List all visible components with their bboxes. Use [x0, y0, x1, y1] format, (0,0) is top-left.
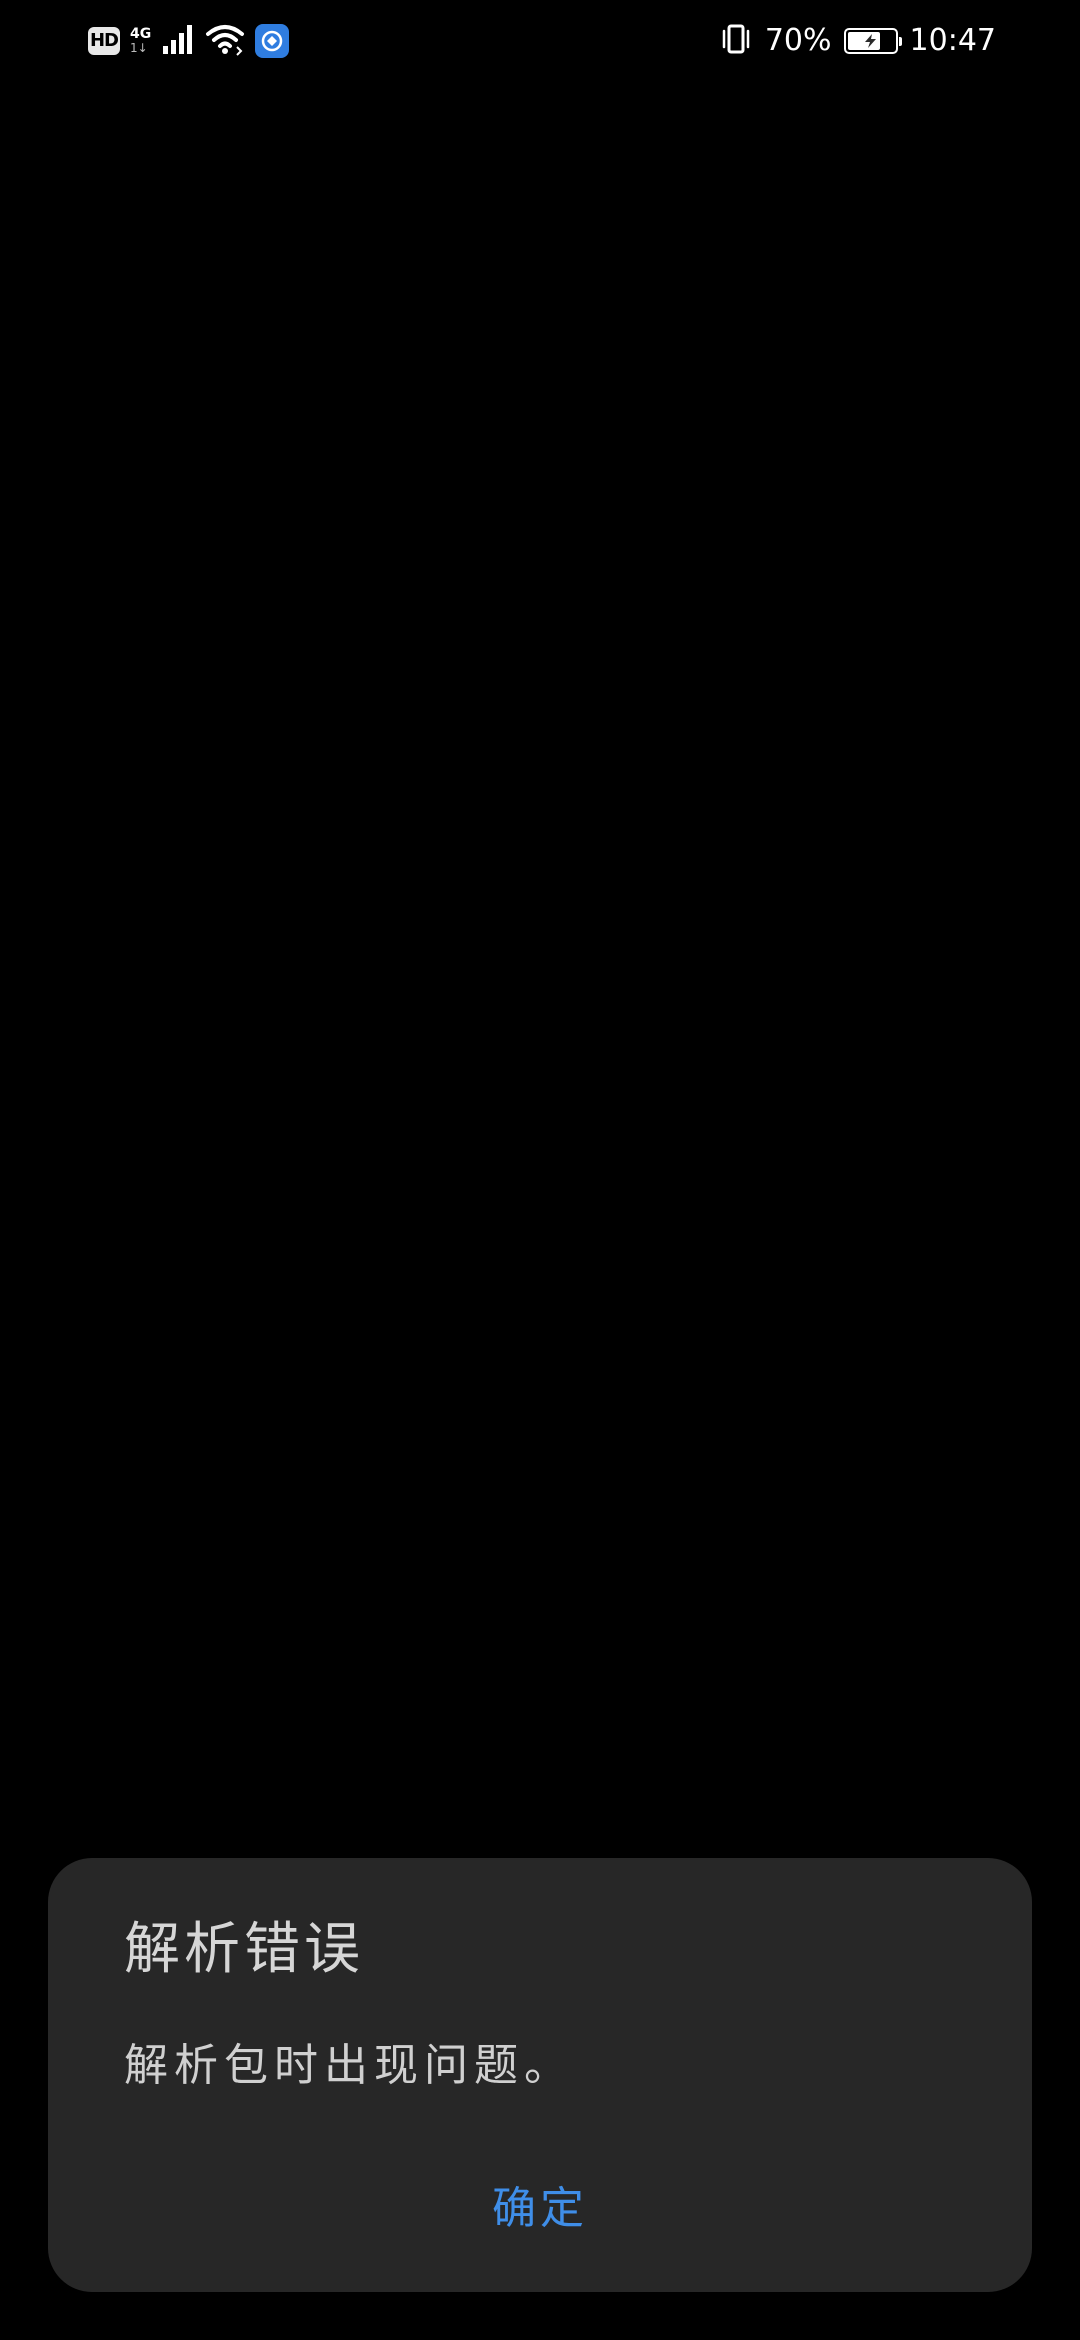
charging-icon	[846, 30, 896, 52]
vibrate-icon	[719, 22, 753, 60]
status-bar-right: 70% 10:47	[719, 20, 996, 62]
status-bar-left: HD 4G 1↓	[88, 20, 290, 62]
battery-icon	[843, 28, 902, 54]
status-bar: HD 4G 1↓ 70% 10:47	[0, 0, 1080, 84]
clock: 10:47	[909, 23, 996, 58]
dialog-title: 解析错误	[124, 1917, 364, 1982]
vpn-icon	[255, 24, 290, 58]
dialog-message: 解析包时出现问题。	[124, 2040, 574, 2091]
wifi-icon	[205, 22, 245, 60]
signal-icon	[161, 22, 195, 60]
battery-percent: 70%	[764, 23, 832, 58]
network-type-indicator: 4G 1↓	[130, 27, 151, 55]
parse-error-dialog: 解析错误 解析包时出现问题。 确定	[48, 1858, 1032, 2292]
hd-icon: HD	[88, 27, 120, 55]
network-type-label: 4G	[130, 26, 152, 42]
confirm-button[interactable]: 确定	[390, 2164, 690, 2254]
network-activity-label: 1↓	[130, 41, 148, 55]
